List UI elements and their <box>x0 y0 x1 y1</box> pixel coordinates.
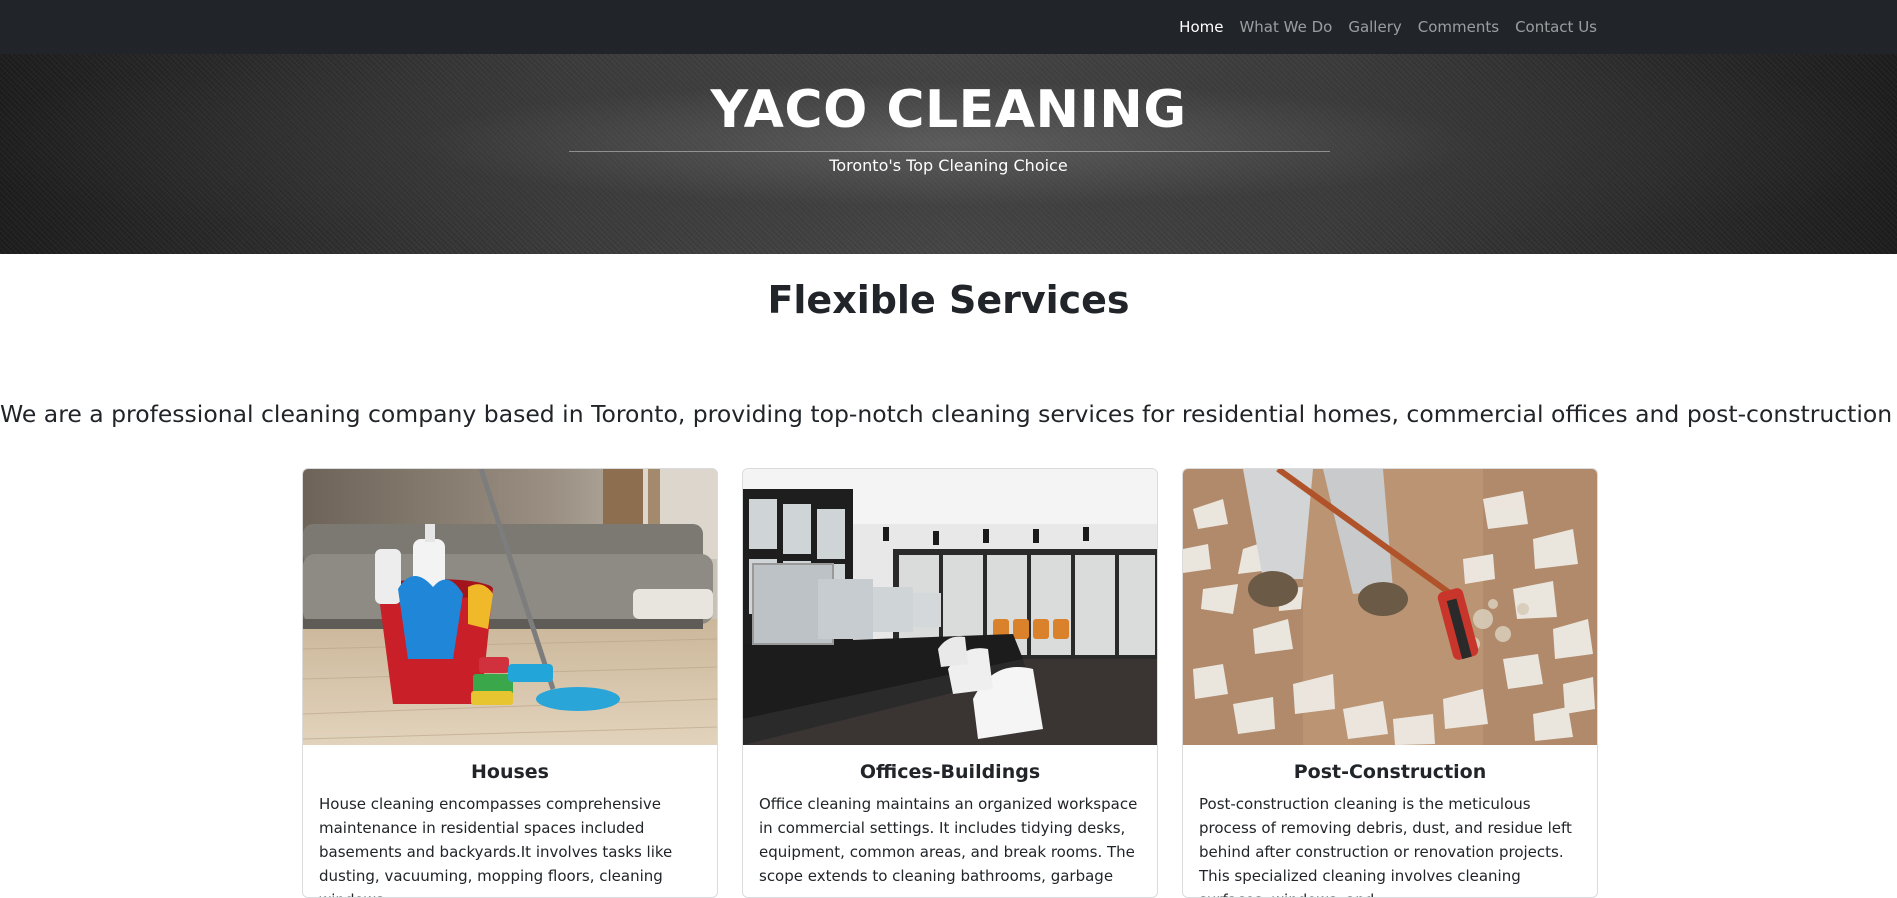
nav-menu: Home What We Do Gallery Comments Contact… <box>1179 0 1597 54</box>
offices-card-text: Office cleaning maintains an organized w… <box>759 795 1138 885</box>
houses-card-body: Houses House cleaning encompasses compre… <box>303 745 717 897</box>
nav-link-what-we-do[interactable]: What We Do <box>1239 18 1332 36</box>
post-construction-card-text: Post-construction cleaning is the meticu… <box>1199 795 1572 897</box>
service-card-post-construction: Post-Construction Post-construction clea… <box>1182 468 1598 898</box>
post-construction-card-title: Post-Construction <box>1293 761 1487 783</box>
offices-image <box>743 469 1157 745</box>
post-construction-card-body: Post-Construction Post-construction clea… <box>1183 745 1597 897</box>
services-intro: We are a professional cleaning company b… <box>0 400 1897 428</box>
houses-card-text: House cleaning encompasses comprehensive… <box>319 795 673 897</box>
nav-link-comments[interactable]: Comments <box>1418 18 1499 36</box>
site-title: YACO CLEANING <box>710 80 1187 140</box>
services-heading: Flexible Services <box>767 278 1130 322</box>
nav-link-contact-us[interactable]: Contact Us <box>1515 18 1597 36</box>
site-tagline: Toronto's Top Cleaning Choice <box>829 156 1068 175</box>
offices-card-title: Offices-Buildings <box>859 761 1041 783</box>
top-navbar: Home What We Do Gallery Comments Contact… <box>0 0 1897 54</box>
houses-card-title: Houses <box>471 761 549 783</box>
service-card-offices: Offices-Buildings Office cleaning mainta… <box>742 468 1158 898</box>
houses-image <box>303 469 717 745</box>
hero-banner: YACO CLEANING Toronto's Top Cleaning Cho… <box>0 54 1897 254</box>
post-construction-image <box>1183 469 1597 745</box>
hero-divider <box>569 151 1330 152</box>
nav-link-gallery[interactable]: Gallery <box>1348 18 1401 36</box>
nav-link-home[interactable]: Home <box>1179 18 1223 36</box>
offices-card-body: Offices-Buildings Office cleaning mainta… <box>743 745 1157 888</box>
service-card-houses: Houses House cleaning encompasses compre… <box>302 468 718 898</box>
